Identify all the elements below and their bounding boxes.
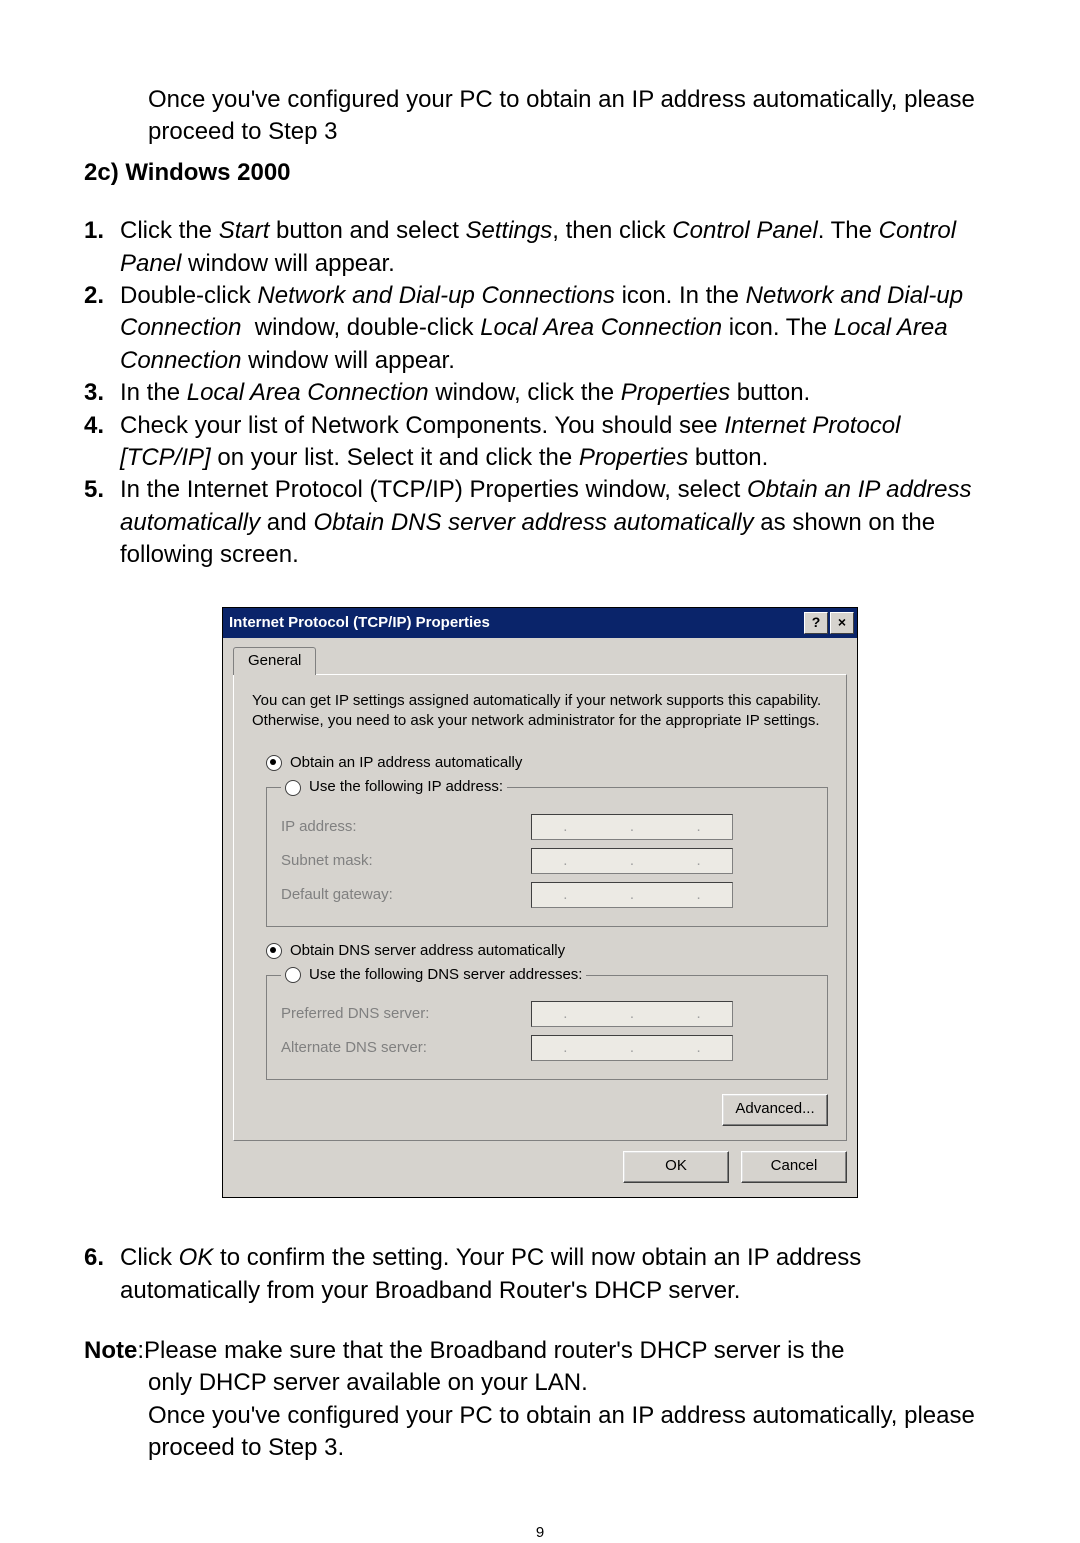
list-item: 2.Double-click Network and Dial-up Conne…	[84, 280, 996, 377]
step-text: Click OK to confirm the setting. Your PC…	[120, 1242, 996, 1307]
tab-general[interactable]: General	[233, 647, 316, 674]
label: Alternate DNS server:	[281, 1038, 531, 1058]
list-item: 1.Click the Start button and select Sett…	[84, 215, 996, 280]
advanced-row: Advanced...	[252, 1094, 828, 1126]
step-text: Check your list of Network Components. Y…	[120, 410, 996, 475]
step-text: Double-click Network and Dial-up Connect…	[120, 280, 996, 377]
note-rest: only DHCP server available on your LAN.O…	[148, 1367, 996, 1464]
note-line1: :Please make sure that the Broadband rou…	[137, 1337, 844, 1364]
radio-label: Obtain an IP address automatically	[290, 753, 522, 773]
ok-button[interactable]: OK	[623, 1151, 729, 1183]
radio-use-dns[interactable]: Use the following DNS server addresses:	[281, 965, 586, 985]
label: Default gateway:	[281, 885, 531, 905]
field-subnet-mask: Subnet mask: ...	[281, 848, 813, 874]
dialog-title: Internet Protocol (TCP/IP) Properties	[229, 613, 802, 633]
ip-input[interactable]: ...	[531, 848, 733, 874]
step-text: Click the Start button and select Settin…	[120, 215, 996, 280]
radio-icon	[266, 755, 282, 771]
tcpip-dialog: Internet Protocol (TCP/IP) Properties ? …	[222, 607, 858, 1198]
list-item: 6.Click OK to confirm the setting. Your …	[84, 1242, 996, 1307]
step-text: In the Local Area Connection window, cli…	[120, 377, 996, 409]
ordered-steps: 1.Click the Start button and select Sett…	[84, 215, 996, 571]
radio-obtain-dns[interactable]: Obtain DNS server address automatically	[266, 941, 828, 961]
step-number: 5.	[84, 474, 120, 571]
dialog-description: You can get IP settings assigned automat…	[252, 691, 828, 732]
close-button[interactable]: ×	[830, 612, 854, 634]
step-number: 4.	[84, 410, 120, 475]
label: Subnet mask:	[281, 851, 531, 871]
step-number: 1.	[84, 215, 120, 280]
ip-input[interactable]: ...	[531, 882, 733, 908]
group-ip-fields: Use the following IP address: IP address…	[266, 777, 828, 926]
list-item: 3.In the Local Area Connection window, c…	[84, 377, 996, 409]
step-6-block: 6.Click OK to confirm the setting. Your …	[84, 1242, 996, 1307]
label: IP address:	[281, 817, 531, 837]
tab-panel-general: You can get IP settings assigned automat…	[233, 674, 847, 1142]
radio-use-ip[interactable]: Use the following IP address:	[281, 777, 507, 797]
step-number: 6.	[84, 1242, 120, 1307]
field-alternate-dns: Alternate DNS server: ...	[281, 1035, 813, 1061]
group-dns-fields: Use the following DNS server addresses: …	[266, 965, 828, 1080]
ip-input[interactable]: ...	[531, 1001, 733, 1027]
document-page: Once you've configured your PC to obtain…	[0, 0, 1080, 1543]
radio-icon	[266, 943, 282, 959]
field-ip-address: IP address: ...	[281, 814, 813, 840]
advanced-button[interactable]: Advanced...	[722, 1094, 828, 1126]
dialog-footer: OK Cancel	[223, 1151, 857, 1197]
field-preferred-dns: Preferred DNS server: ...	[281, 1001, 813, 1027]
radio-label: Use the following IP address:	[309, 777, 503, 797]
radio-icon	[285, 967, 301, 983]
ip-input[interactable]: ...	[531, 1035, 733, 1061]
radio-label: Obtain DNS server address automatically	[290, 941, 565, 961]
page-number: 9	[84, 1523, 996, 1543]
intro-paragraph: Once you've configured your PC to obtain…	[148, 84, 996, 149]
radio-label: Use the following DNS server addresses:	[309, 965, 582, 985]
radio-obtain-ip[interactable]: Obtain an IP address automatically	[266, 753, 828, 773]
section-heading: 2c) Windows 2000	[84, 157, 996, 189]
note-block: Note:Please make sure that the Broadband…	[84, 1335, 996, 1465]
step-number: 3.	[84, 377, 120, 409]
list-item: 4.Check your list of Network Components.…	[84, 410, 996, 475]
dialog-titlebar: Internet Protocol (TCP/IP) Properties ? …	[223, 608, 857, 638]
ip-input[interactable]: ...	[531, 814, 733, 840]
tab-bar: General	[223, 638, 857, 673]
list-item: 5.In the Internet Protocol (TCP/IP) Prop…	[84, 474, 996, 571]
step-number: 2.	[84, 280, 120, 377]
tcpip-dialog-screenshot: Internet Protocol (TCP/IP) Properties ? …	[222, 607, 858, 1198]
step-text: In the Internet Protocol (TCP/IP) Proper…	[120, 474, 996, 571]
cancel-button[interactable]: Cancel	[741, 1151, 847, 1183]
label: Preferred DNS server:	[281, 1004, 531, 1024]
note-label: Note	[84, 1337, 137, 1364]
field-default-gateway: Default gateway: ...	[281, 882, 813, 908]
help-button[interactable]: ?	[804, 612, 828, 634]
radio-icon	[285, 780, 301, 796]
